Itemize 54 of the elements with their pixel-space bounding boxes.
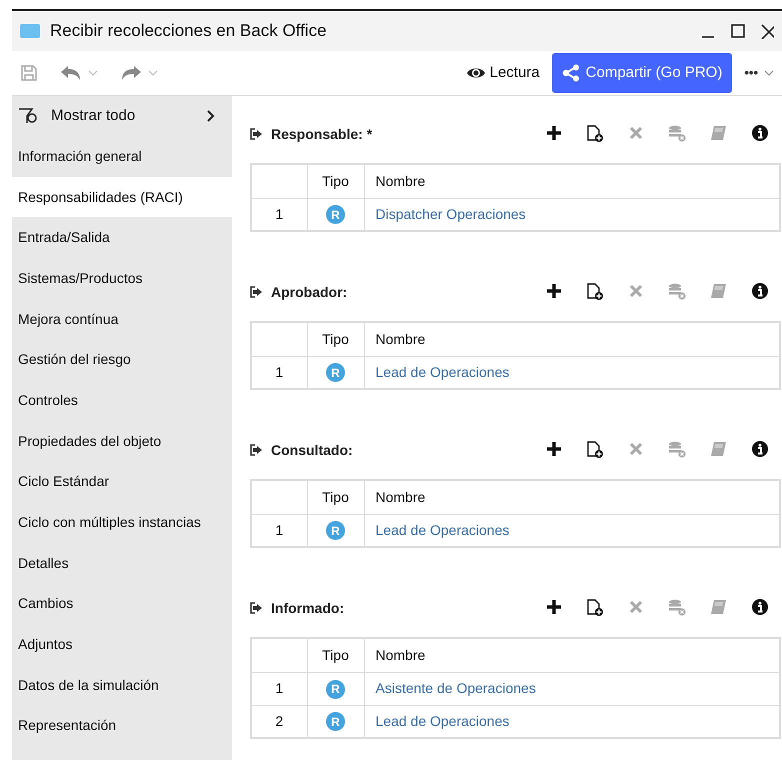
- section-title: Informado:: [271, 598, 344, 618]
- type-badge: R: [326, 712, 345, 732]
- filter-icon: [18, 107, 38, 125]
- section-title: Aprobador:: [271, 282, 348, 302]
- plus-icon[interactable]: [546, 283, 562, 301]
- sidebar-item[interactable]: Responsabilidades (RACI): [12, 176, 232, 218]
- redo-icon[interactable]: [120, 64, 142, 82]
- sign-in-icon: [250, 286, 263, 298]
- undo-icon[interactable]: [60, 64, 82, 82]
- window-icon: [20, 24, 40, 38]
- new-document-icon[interactable]: [586, 441, 604, 459]
- info-icon[interactable]: [752, 283, 768, 301]
- info-icon[interactable]: [752, 125, 768, 143]
- chevron-right-icon[interactable]: [206, 109, 216, 123]
- caret-icon[interactable]: [148, 69, 158, 77]
- section-title: Consultado:: [271, 440, 353, 460]
- new-document-icon[interactable]: [586, 283, 604, 301]
- filter-item[interactable]: Mostrar todo: [12, 96, 232, 136]
- name-link[interactable]: Lead de Operaciones: [376, 364, 510, 380]
- type-badge: R: [326, 205, 345, 224]
- share-icon: [562, 64, 580, 82]
- table-cell: 1: [251, 672, 307, 705]
- plus-icon[interactable]: [546, 441, 562, 459]
- type-badge: R: [326, 521, 345, 540]
- type-badge: R: [326, 680, 345, 698]
- column-header[interactable]: Tipo: [307, 480, 364, 514]
- name-link[interactable]: Lead de Operaciones: [376, 522, 510, 538]
- caret-icon: [764, 69, 774, 77]
- save-icon[interactable]: [20, 64, 38, 82]
- caret-icon[interactable]: [88, 69, 98, 77]
- share-button[interactable]: Compartir (Go PRO): [552, 53, 732, 93]
- new-document-icon[interactable]: [586, 599, 604, 617]
- column-header[interactable]: Tipo: [307, 638, 364, 672]
- name-link[interactable]: Lead de Operaciones: [376, 712, 510, 729]
- name-link[interactable]: Dispatcher Operaciones: [376, 206, 526, 222]
- column-header[interactable]: Tipo: [307, 322, 364, 356]
- more-button[interactable]: •••: [744, 63, 774, 83]
- close-icon[interactable]: [760, 23, 774, 39]
- plus-icon[interactable]: [546, 599, 562, 617]
- eye-icon: [466, 66, 486, 80]
- window-title: Recibir recolecciones en Back Office: [50, 20, 327, 42]
- column-header[interactable]: Tipo: [307, 164, 364, 198]
- plus-icon[interactable]: [546, 125, 562, 143]
- info-icon[interactable]: [752, 599, 768, 617]
- info-icon[interactable]: [752, 441, 768, 459]
- sign-in-icon: [250, 128, 263, 140]
- sign-in-icon: [250, 444, 263, 456]
- name-link[interactable]: Asistente de Operaciones: [376, 680, 536, 696]
- read-mode-button[interactable]: Lectura: [462, 62, 544, 84]
- type-badge: R: [326, 363, 345, 382]
- sign-in-icon: [250, 602, 263, 614]
- section-title: Responsable: *: [271, 124, 372, 144]
- maximize-icon[interactable]: [730, 23, 746, 39]
- new-document-icon[interactable]: [586, 125, 604, 143]
